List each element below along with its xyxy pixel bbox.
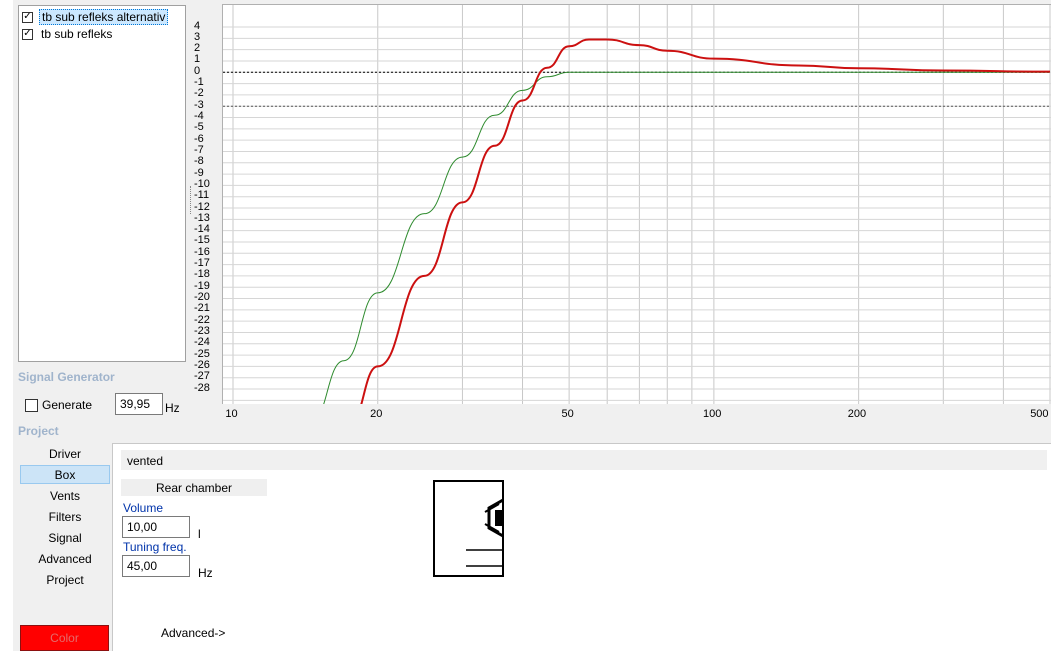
box-type-header[interactable]: vented: [121, 450, 1047, 470]
y-tick-label: -18: [194, 268, 210, 281]
y-tick-label: -8: [194, 155, 204, 168]
y-tick-label: -22: [194, 313, 210, 326]
splitter-grip[interactable]: [190, 186, 193, 214]
tuning-input[interactable]: 45,00: [122, 555, 190, 577]
volume-unit: l: [198, 527, 201, 541]
box-settings-panel: vented Rear chamber Volume 10,00 l Tunin…: [112, 443, 1051, 651]
signal-generator-title: Signal Generator: [18, 370, 115, 384]
series-list[interactable]: ✓ tb sub refleks alternativ ✓ tb sub ref…: [18, 5, 186, 362]
x-tick-label: 200: [847, 408, 867, 420]
nav-advanced[interactable]: Advanced: [20, 549, 110, 568]
y-tick-label: -24: [194, 336, 210, 349]
y-tick-label: -28: [194, 381, 210, 394]
volume-label: Volume: [123, 501, 164, 515]
frequency-unit: Hz: [165, 401, 180, 415]
series-line-1: [360, 38, 1051, 404]
y-tick-label: -5: [194, 121, 204, 134]
series-item-refleks[interactable]: ✓ tb sub refleks: [22, 26, 114, 42]
nav-project[interactable]: Project: [20, 570, 110, 589]
nav-filters[interactable]: Filters: [20, 507, 110, 526]
y-tick-label: -15: [194, 234, 210, 247]
advanced-link[interactable]: Advanced->: [161, 626, 225, 640]
frequency-input[interactable]: 39,95: [115, 393, 163, 415]
y-tick-label: -21: [194, 302, 210, 315]
series-label: tb sub refleks alternativ: [39, 9, 169, 25]
window-left-edge: [0, 0, 13, 651]
generate-checkbox-box[interactable]: [25, 398, 38, 412]
x-tick-label: 500: [1030, 408, 1049, 420]
y-tick-label: -6: [194, 132, 204, 145]
y-tick-label: 1: [194, 53, 201, 66]
box-diagram: [433, 480, 504, 577]
y-tick-label: -9: [194, 166, 204, 179]
series-checkbox[interactable]: ✓: [22, 11, 33, 23]
y-tick-label: 4: [194, 19, 201, 32]
nav-box[interactable]: Box: [20, 465, 110, 484]
color-button[interactable]: Color: [20, 625, 109, 651]
series-checkbox[interactable]: ✓: [22, 28, 33, 40]
x-tick-label: 10: [225, 408, 238, 420]
generate-checkbox[interactable]: Generate: [25, 398, 92, 412]
project-title: Project: [18, 424, 59, 438]
series-line-0: [323, 71, 1050, 404]
y-tick-label: -11: [194, 189, 210, 202]
speaker-driver-icon: [484, 498, 504, 538]
x-tick-label: 50: [561, 408, 574, 420]
volume-input[interactable]: 10,00: [122, 516, 190, 538]
rear-chamber-header: Rear chamber: [121, 479, 267, 496]
x-tick-label: 20: [370, 408, 383, 420]
series-item-alternativ[interactable]: ✓ tb sub refleks alternativ: [22, 9, 169, 25]
y-tick-label: -12: [194, 200, 210, 213]
tuning-unit: Hz: [198, 566, 213, 580]
generate-label: Generate: [42, 398, 93, 412]
nav-vents[interactable]: Vents: [20, 486, 110, 505]
y-tick-label: -25: [194, 347, 210, 360]
x-tick-label: 100: [702, 408, 722, 420]
tuning-label: Tuning freq.: [123, 540, 187, 554]
y-tick-label: -2: [194, 87, 204, 100]
y-tick-label: -27: [194, 370, 210, 383]
nav-driver[interactable]: Driver: [20, 444, 110, 463]
nav-signal[interactable]: Signal: [20, 528, 110, 547]
frequency-response-chart[interactable]: [222, 4, 1051, 404]
series-label: tb sub refleks: [41, 27, 113, 41]
